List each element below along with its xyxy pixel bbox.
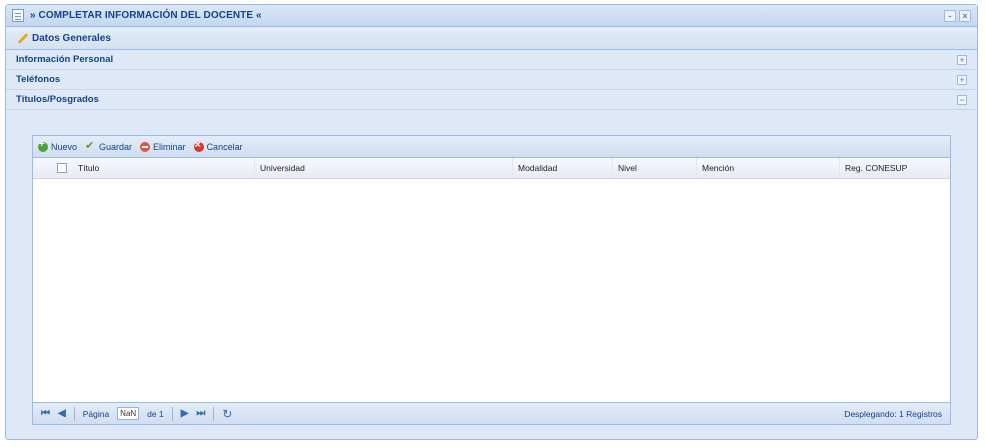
- delete-icon: [140, 141, 151, 152]
- accordion-personal-info[interactable]: Información Personal +: [6, 50, 977, 70]
- first-page-icon[interactable]: ⏮: [41, 408, 50, 419]
- window-header: » COMPLETAR INFORMACIÓN DEL DOCENTE « - …: [6, 5, 977, 27]
- expand-toggle[interactable]: +: [957, 74, 967, 85]
- column-reg-conesup[interactable]: Reg. CONESUP: [840, 158, 950, 178]
- separator: [213, 406, 215, 421]
- column-nivel[interactable]: Nivel: [613, 158, 697, 178]
- accordion-label: Información Personal: [16, 54, 114, 65]
- grid-body: [33, 179, 950, 403]
- separator: [171, 406, 173, 421]
- accordion-degrees[interactable]: Títulos/Posgrados −: [6, 90, 977, 110]
- accordion-label: Teléfonos: [16, 74, 61, 85]
- grid-toolbar: Nuevo Guardar Eliminar Cancelar: [33, 136, 950, 158]
- close-button[interactable]: ×: [959, 9, 971, 22]
- delete-label: Eliminar: [153, 141, 186, 152]
- grid-column-header: Título Universidad Modalidad Nivel Menci…: [33, 158, 950, 179]
- column-universidad[interactable]: Universidad: [255, 158, 513, 178]
- section-title: Datos Generales: [32, 32, 111, 44]
- separator: [73, 406, 75, 421]
- add-icon: [38, 139, 48, 152]
- new-label: Nuevo: [51, 141, 78, 152]
- next-page-icon[interactable]: ▶: [181, 408, 189, 419]
- save-label: Guardar: [99, 141, 133, 152]
- column-titulo[interactable]: Título: [73, 158, 255, 178]
- pencil-icon: [16, 32, 29, 45]
- cancel-icon: [193, 139, 204, 152]
- refresh-icon[interactable]: ↻: [222, 407, 232, 421]
- accordion-label: Títulos/Posgrados: [16, 94, 99, 105]
- select-all-checkbox[interactable]: [57, 163, 67, 173]
- last-page-icon[interactable]: ⏭: [196, 408, 205, 419]
- cancel-label: Cancelar: [206, 141, 243, 152]
- save-button[interactable]: Guardar: [85, 139, 133, 152]
- general-data-header: Datos Generales: [6, 27, 977, 50]
- new-button[interactable]: Nuevo: [38, 139, 78, 152]
- page-label: Página: [82, 408, 110, 419]
- window-title: » COMPLETAR INFORMACIÓN DEL DOCENTE «: [30, 10, 262, 21]
- check-icon: [85, 139, 96, 152]
- page-count-label: de 1: [147, 408, 164, 419]
- accordion-phones[interactable]: Teléfonos +: [6, 70, 977, 90]
- collapse-toggle[interactable]: −: [957, 94, 967, 105]
- page-number-input[interactable]: NaN: [117, 407, 140, 420]
- column-modalidad[interactable]: Modalidad: [513, 158, 613, 178]
- degrees-grid: Nuevo Guardar Eliminar Cancelar Título U…: [32, 135, 951, 425]
- cancel-button[interactable]: Cancelar: [193, 139, 243, 152]
- expand-toggle[interactable]: +: [957, 54, 967, 65]
- window-tools: - ×: [944, 9, 971, 22]
- column-mencion[interactable]: Mención: [697, 158, 840, 178]
- document-icon: [12, 9, 24, 22]
- delete-button[interactable]: Eliminar: [140, 141, 186, 152]
- minimize-button[interactable]: -: [944, 9, 956, 22]
- records-status: Desplegando: 1 Registros: [844, 408, 942, 419]
- paging-toolbar: ⏮ ◀ Página NaN de 1 ▶ ⏭ ↻ Desplegando: 1…: [33, 402, 950, 424]
- prev-page-icon[interactable]: ◀: [58, 408, 66, 419]
